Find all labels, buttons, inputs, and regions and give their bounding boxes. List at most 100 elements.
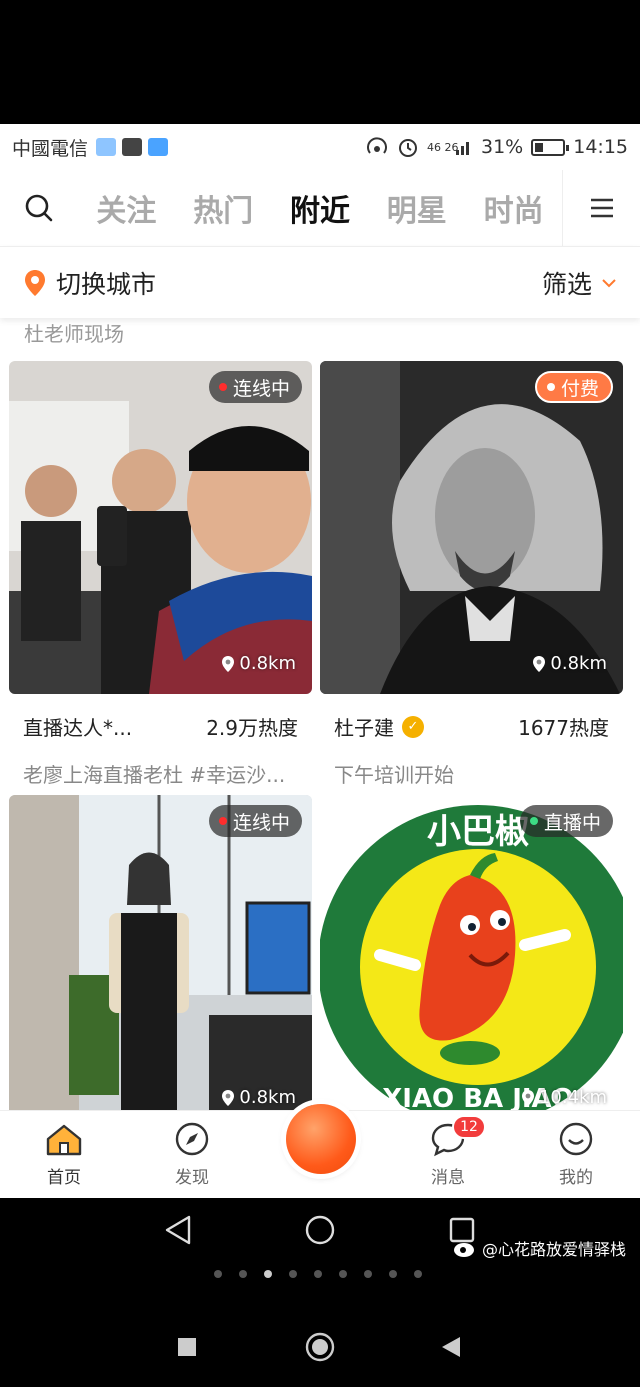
status-badge: 连线中 (208, 371, 302, 403)
live-card[interactable]: 连线中 0.8km 直播达人*... 2.9万热度 老廖上海直播老杜 #幸运沙.… (9, 361, 312, 788)
top-black-area (0, 0, 640, 124)
location-pin-icon (222, 655, 235, 672)
watermark-text: @心花路放爱情驿栈 (482, 1240, 627, 1259)
card-thumbnail: 连线中 0.8km (9, 795, 312, 1110)
app-notification-icon (122, 138, 143, 156)
filter-button[interactable]: 筛选 (542, 265, 616, 301)
signal-icon (456, 142, 469, 155)
tab-fashion[interactable]: 时尚 (465, 186, 562, 230)
page-dot (339, 1270, 347, 1278)
badge-label: 直播中 (543, 811, 601, 834)
search-button[interactable] (0, 193, 78, 223)
badge-dot (546, 383, 555, 391)
message-count-badge: 12 (452, 1115, 486, 1139)
menu-button[interactable] (562, 170, 640, 246)
distance-label: 0.8km (221, 653, 296, 674)
phone-screen: 中國電信 46 26 31% 14:15 关注 热门 附近 明星 时尚 切换城市… (0, 0, 640, 1387)
battery-fill (535, 142, 544, 152)
heat-count: 2.9万热度 (206, 716, 298, 740)
card-thumbnail: 小巴椒 XIAO BA JIAO 直播中 10.4km (320, 795, 623, 1110)
tab-follow[interactable]: 关注 (78, 186, 175, 230)
page-dot (389, 1270, 397, 1278)
badge-label: 连线中 (232, 377, 290, 400)
card-thumbnail: 付费 0.8km (320, 361, 623, 694)
tab-stars[interactable]: 明星 (368, 186, 465, 230)
thumbnail-photo-bw-portrait (320, 361, 623, 694)
thumbnail-photo-office-selfie (9, 361, 312, 694)
badge-label: 连线中 (232, 811, 290, 834)
logo-top-text: 小巴椒 (427, 812, 529, 852)
top-nav: 关注 热门 附近 明星 时尚 (0, 170, 640, 246)
hotspot-icon (367, 137, 387, 154)
search-icon (25, 194, 53, 222)
badge-dot (529, 817, 538, 825)
page-dot (364, 1270, 372, 1278)
badge-dot (218, 383, 227, 391)
live-card[interactable]: 付费 0.8km 杜子建 ✓ 1677热度 下午培训开始 (320, 361, 623, 788)
page-dot-active (264, 1270, 272, 1278)
carrier-label: 中國電信 (12, 137, 89, 160)
hamburger-icon (590, 198, 613, 218)
page-indicator (214, 1270, 422, 1278)
page-dot (314, 1270, 322, 1278)
filter-label: 筛选 (541, 269, 592, 299)
status-badge: 直播中 (519, 805, 613, 837)
partial-desc: 杜老师现场 (24, 322, 124, 346)
stop-icon[interactable] (178, 1338, 196, 1356)
smiley-icon (559, 1122, 593, 1156)
tab-discover[interactable]: 发现 (128, 1111, 256, 1198)
card-thumbnail: 连线中 0.8km (9, 361, 312, 694)
back-icon[interactable] (163, 1214, 193, 1246)
nav-tabs: 关注 热门 附近 明星 时尚 (78, 186, 562, 230)
tab-hot[interactable]: 热门 (175, 186, 272, 230)
tab-me-label: 我的 (559, 1168, 593, 1188)
live-card[interactable]: 连线中 0.8km (9, 795, 312, 1110)
verified-icon: ✓ (402, 715, 424, 738)
distance-label: 0.8km (532, 653, 607, 674)
record-icon[interactable] (305, 1332, 335, 1362)
distance-value: 0.8km (550, 653, 607, 674)
alarm-icon (399, 139, 417, 157)
thumbnail-photo-office-standing (9, 795, 312, 1110)
card-meta: 直播达人*... 2.9万热度 (9, 712, 312, 741)
card-meta: 杜子建 ✓ 1677热度 (320, 712, 623, 741)
location-pin-icon (25, 269, 45, 296)
tab-home[interactable]: 首页 (0, 1111, 128, 1198)
switch-city-button[interactable]: 切换城市 (56, 265, 156, 301)
tab-nearby[interactable]: 附近 (272, 186, 369, 230)
streamer-name: 直播达人*... (23, 716, 133, 740)
badge-dot (218, 817, 227, 825)
tab-me[interactable]: 我的 (512, 1111, 640, 1198)
page-dot (214, 1270, 222, 1278)
distance-label: 0.8km (221, 1087, 296, 1108)
card-description: 下午培训开始 (334, 763, 454, 787)
infinity-app-icon (148, 138, 169, 156)
card-description: 老廖上海直播老杜 #幸运沙... (23, 763, 286, 787)
city-bar: 切换城市 筛选 (0, 246, 640, 318)
home-circle-icon[interactable] (304, 1214, 336, 1246)
compass-icon (175, 1122, 209, 1156)
airplane-app-icon (96, 138, 117, 156)
location-pin-icon (521, 1089, 534, 1106)
distance-value: 10.4km (538, 1087, 607, 1108)
tab-messages[interactable]: 12 消息 (384, 1111, 512, 1198)
play-back-icon[interactable] (440, 1335, 462, 1359)
status-right: 46 26 31% 14:15 (365, 136, 628, 158)
tab-home-label: 首页 (47, 1168, 81, 1188)
location-pin-icon (222, 1089, 235, 1106)
streamer-name: 杜子建 (334, 716, 394, 740)
page-dot (289, 1270, 297, 1278)
battery-percent: 31% (481, 136, 524, 158)
status-bar: 中國電信 46 26 31% 14:15 (0, 124, 640, 170)
distance-value: 0.8km (239, 1087, 296, 1108)
thumbnail-logo-pepper: 小巴椒 XIAO BA JIAO (320, 795, 623, 1110)
chevron-down-icon (602, 278, 616, 287)
go-live-button[interactable] (286, 1104, 356, 1174)
tab-messages-label: 消息 (431, 1168, 465, 1188)
location-pin-icon (533, 655, 546, 672)
live-card[interactable]: 小巴椒 XIAO BA JIAO 直播中 10.4km (320, 795, 623, 1110)
heat-count: 1677热度 (518, 716, 609, 740)
battery-icon (531, 138, 570, 156)
weibo-icon (454, 1243, 474, 1257)
status-badge: 连线中 (208, 805, 302, 837)
